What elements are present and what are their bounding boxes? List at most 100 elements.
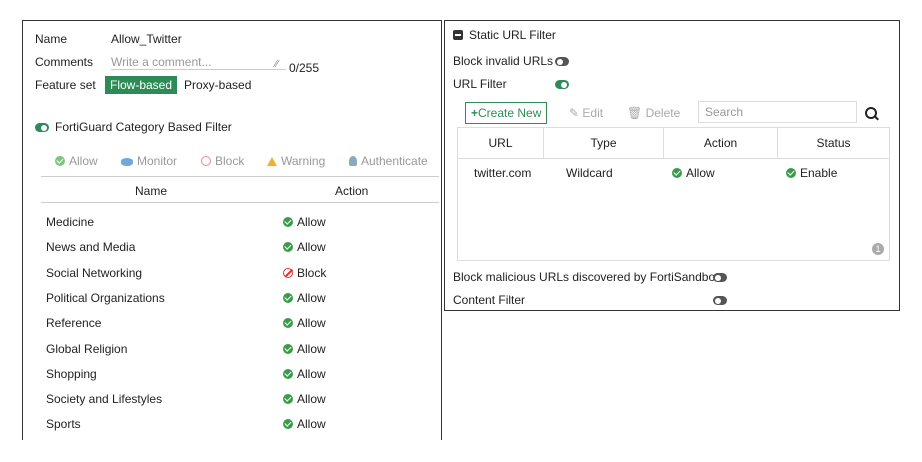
check-circle-icon [283, 394, 293, 405]
column-name[interactable]: Name [135, 184, 167, 198]
category-action[interactable]: Block [283, 266, 326, 280]
tab-warning-label: Warning [281, 154, 326, 168]
search-icon[interactable] [865, 107, 877, 119]
plus-icon: + [471, 106, 479, 120]
feature-proxy-based-button[interactable]: Proxy-based [184, 78, 251, 92]
table-row[interactable]: Social Networking Block [41, 261, 439, 286]
check-circle-icon [283, 217, 293, 227]
category-table-header: Name Action [41, 180, 439, 203]
delete-label: Delete [645, 106, 681, 120]
column-status[interactable]: Status [778, 128, 889, 159]
table-row[interactable]: Society and Lifestyles Allow [41, 387, 439, 412]
static-url-filter-title: Static URL Filter [453, 28, 556, 42]
category-action[interactable]: Allow [283, 342, 326, 356]
block-invalid-label: Block invalid URLs [453, 54, 554, 68]
column-url[interactable]: URL [458, 128, 544, 159]
category-action[interactable]: Allow [283, 291, 326, 305]
category-name: Shopping [46, 366, 97, 381]
status-cell: Enable [786, 166, 837, 180]
category-name: Global Religion [46, 341, 128, 356]
category-action-text: Allow [297, 392, 326, 407]
category-action[interactable]: Allow [283, 316, 326, 330]
category-name: Sports [46, 417, 81, 432]
tab-authenticate-label: Authenticate [361, 154, 428, 168]
name-label: Name [35, 32, 68, 46]
collapse-icon[interactable] [453, 30, 463, 40]
tab-authenticate[interactable]: Authenticate [349, 154, 428, 168]
tab-block-label: Block [215, 154, 245, 168]
edit-label: Edit [582, 106, 604, 120]
category-action[interactable]: Allow [283, 215, 326, 229]
block-icon [283, 267, 293, 278]
column-type[interactable]: Type [544, 128, 664, 159]
block-malicious-toggle[interactable] [713, 270, 727, 284]
table-row[interactable]: News and Media Allow [41, 235, 439, 260]
tab-block[interactable]: Block [201, 154, 244, 168]
action-cell-text: Allow [686, 166, 715, 180]
category-action-text: Allow [297, 215, 326, 229]
action-cell: Allow [672, 166, 715, 180]
category-name: Reference [46, 316, 102, 331]
category-action-text: Block [297, 265, 327, 280]
fortiguard-toggle[interactable] [35, 120, 49, 134]
check-circle-icon [283, 419, 293, 430]
block-invalid-toggle[interactable] [555, 54, 569, 68]
resize-grip-icon: ⁄⁄ [275, 59, 279, 70]
category-name: Medicine [46, 215, 95, 229]
edit-button[interactable]: ✎ Edit [569, 106, 603, 120]
category-action[interactable]: Allow [283, 417, 326, 431]
category-action[interactable]: Allow [283, 240, 326, 254]
user-icon [349, 156, 357, 166]
web-filter-profile-panel: Name Allow_Twitter Comments Write a comm… [22, 20, 442, 440]
category-action-text: Allow [297, 366, 326, 381]
content-filter-toggle[interactable] [713, 293, 727, 307]
create-new-label: Create New [478, 106, 542, 120]
tab-warning[interactable]: Warning [267, 154, 325, 168]
action-tabbar: Allow Monitor Block Warning Authenticate [41, 146, 439, 177]
category-action-text: Allow [297, 316, 326, 331]
category-action[interactable]: Allow [283, 367, 326, 381]
tab-monitor-label: Monitor [137, 154, 178, 168]
url-cell[interactable]: twitter.com [474, 166, 531, 180]
static-url-filter-title-text: Static URL Filter [469, 28, 556, 42]
column-action[interactable]: Action [664, 128, 778, 159]
category-action-text: Allow [297, 417, 326, 432]
category-name: Society and Lifestyles [46, 392, 163, 407]
check-circle-icon [283, 242, 293, 253]
tab-monitor[interactable]: Monitor [121, 154, 177, 168]
block-icon [201, 156, 211, 166]
column-action[interactable]: Action [335, 184, 368, 198]
comments-field[interactable]: Write a comment... [111, 55, 286, 70]
table-row[interactable]: Medicine Allow [41, 210, 439, 235]
type-cell: Wildcard [566, 166, 613, 180]
url-filter-label: URL Filter [453, 77, 507, 91]
tab-allow[interactable]: Allow [55, 154, 98, 168]
search-input[interactable]: Search [698, 101, 857, 123]
category-name: News and Media [46, 240, 136, 255]
table-row[interactable]: Global Religion Allow [41, 337, 439, 362]
category-name: Political Organizations [46, 290, 165, 305]
entry-count-badge: 1 [872, 243, 884, 255]
pencil-icon: ✎ [569, 106, 583, 120]
check-circle-icon [283, 368, 293, 379]
comments-count: 0/255 [289, 61, 320, 75]
table-row[interactable]: Reference Allow [41, 311, 439, 336]
feature-set-label: Feature set [35, 78, 96, 92]
fortiguard-label: FortiGuard Category Based Filter [55, 120, 232, 134]
comments-label: Comments [35, 55, 94, 69]
table-row[interactable]: Sports Allow [41, 412, 439, 437]
check-circle-icon [672, 168, 682, 178]
url-filter-toggle[interactable] [555, 77, 569, 91]
category-action[interactable]: Allow [283, 392, 326, 406]
status-cell-text: Enable [800, 166, 838, 180]
delete-button[interactable]: 🗑 Delete [627, 106, 680, 120]
category-action-text: Allow [297, 290, 326, 305]
name-field[interactable]: Allow_Twitter [111, 32, 182, 46]
block-malicious-label: Block malicious URLs discovered by Forti… [453, 270, 722, 284]
create-new-button[interactable]: +Create New [465, 102, 548, 124]
trash-icon: 🗑 [627, 106, 646, 120]
table-row[interactable]: Political Organizations Allow [41, 286, 439, 311]
feature-flow-based-button[interactable]: Flow-based [105, 76, 178, 94]
url-filter-table: URL Type Action Status twitter.com Wildc… [457, 127, 890, 261]
table-row[interactable]: Shopping Allow [41, 362, 439, 387]
